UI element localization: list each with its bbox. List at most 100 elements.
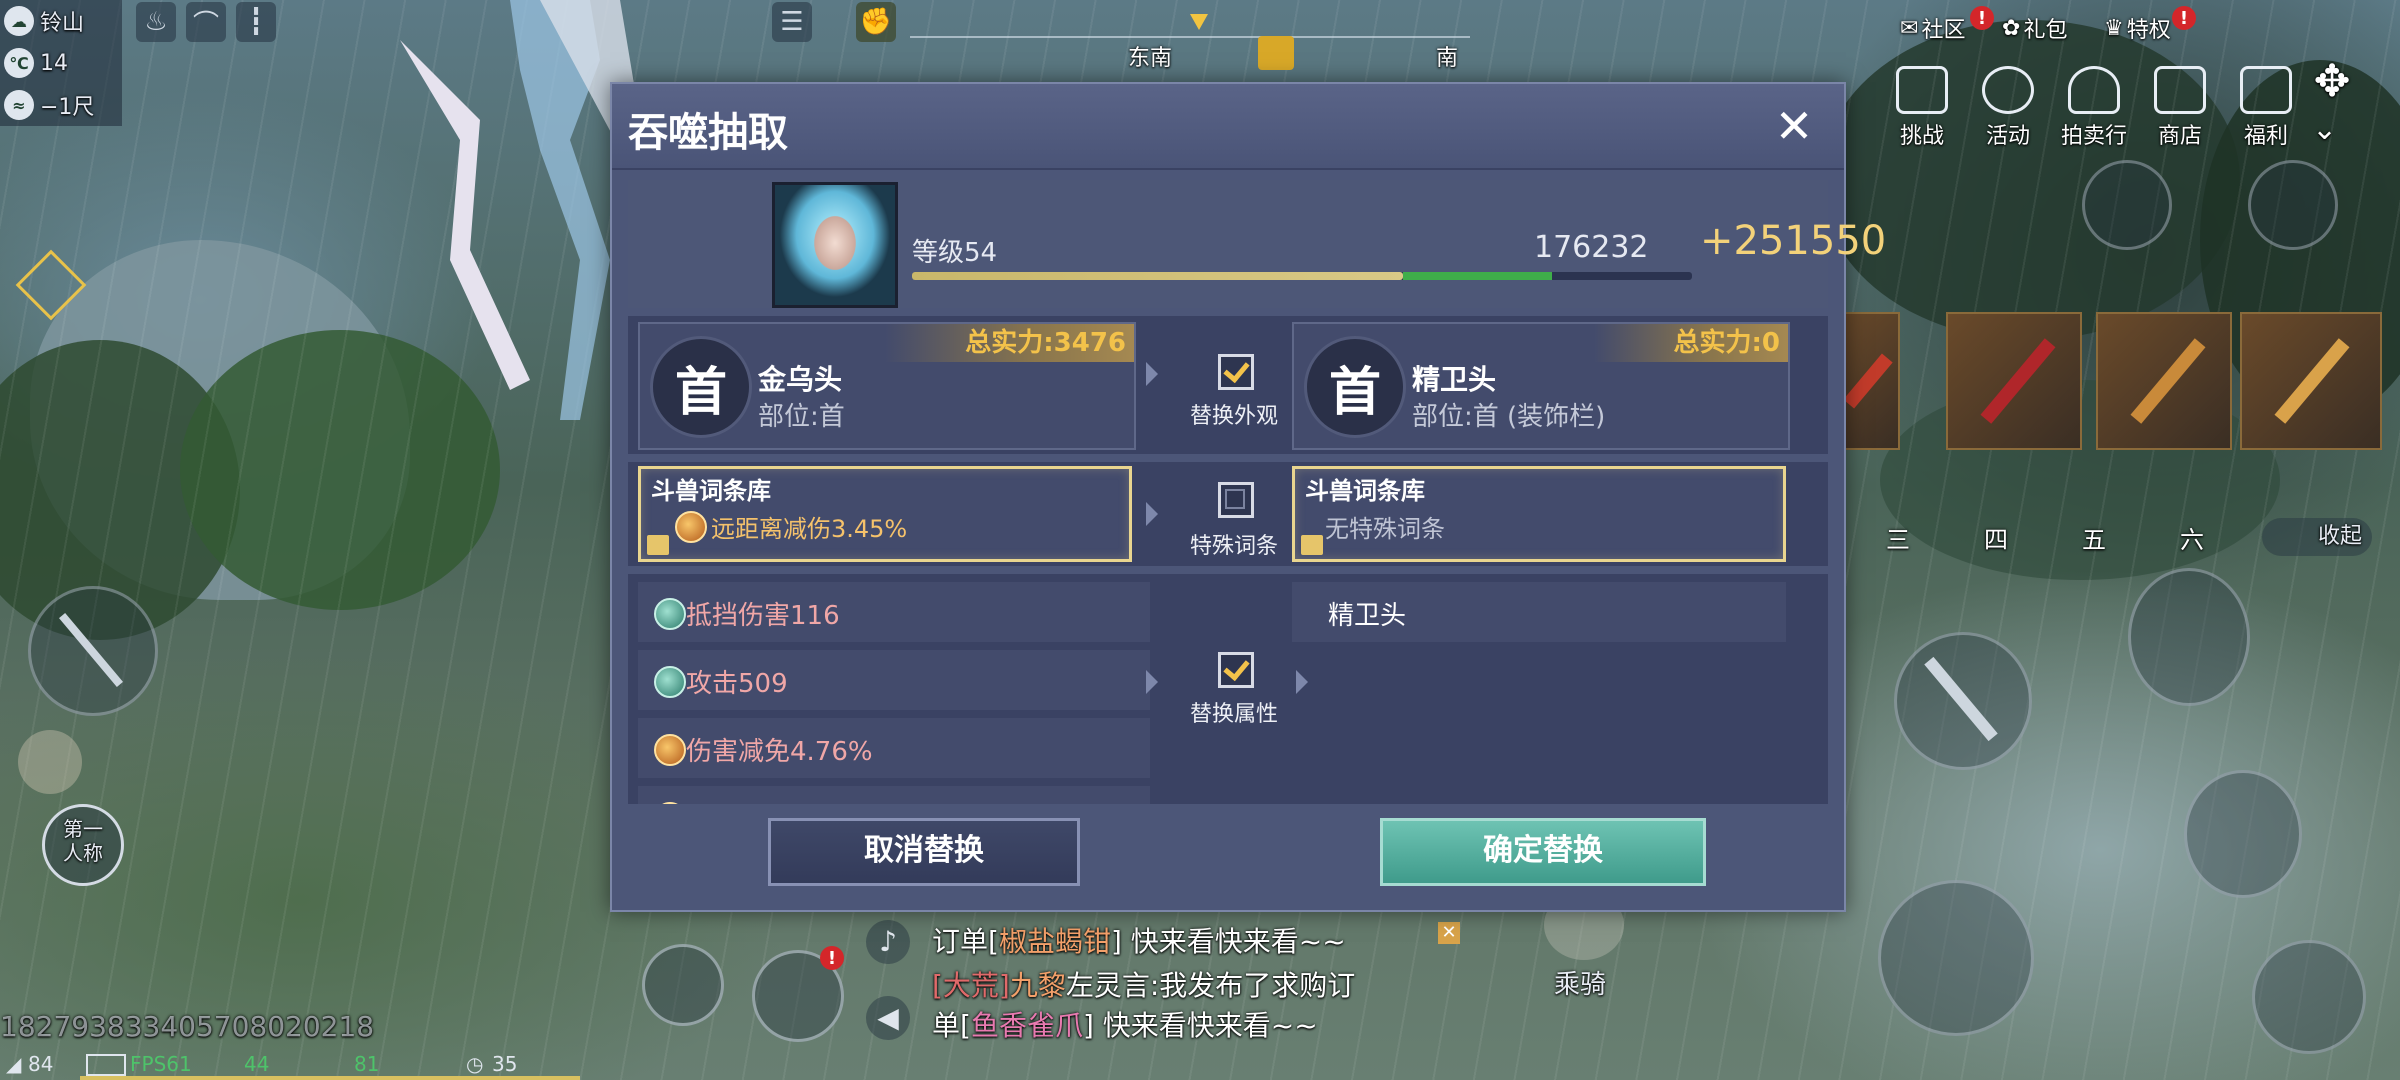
signal-icon: ◢ bbox=[6, 1052, 22, 1076]
replace-attr-checkbox[interactable] bbox=[1218, 652, 1254, 688]
gift-link[interactable]: ✿ 礼包 bbox=[2002, 12, 2067, 44]
welfare-icon bbox=[2240, 66, 2292, 114]
source-item-name: 金乌头 bbox=[758, 363, 843, 396]
speaker-icon[interactable]: ◀ bbox=[866, 996, 910, 1040]
weapon-toggle-button[interactable] bbox=[28, 586, 158, 716]
attr-text: 伤害减免4.76% bbox=[686, 737, 873, 767]
attr-orb-icon bbox=[654, 734, 686, 766]
level-label: 等级54 bbox=[912, 238, 998, 268]
collapse-button[interactable]: 收起 bbox=[2262, 518, 2372, 556]
whistle-icon[interactable] bbox=[2248, 160, 2338, 250]
location-name: 铃山 bbox=[40, 11, 85, 36]
chat-close-icon[interactable]: ✕ bbox=[1438, 922, 1460, 944]
special-affix-checkbox[interactable] bbox=[1218, 482, 1254, 518]
source-library-title: 斗兽词条库 bbox=[651, 477, 771, 505]
bottom-status-bar: ◢ 84 FPS61 44 81 ◷ 35 bbox=[0, 1050, 700, 1080]
compass-dir-southeast: 东南 bbox=[1128, 46, 1173, 71]
first-person-toggle[interactable]: 第一 人称 bbox=[42, 804, 124, 886]
replace-appearance-label: 替换外观 bbox=[1189, 404, 1278, 429]
wave-icon: ≈ bbox=[4, 90, 34, 120]
source-equipment-card[interactable]: 总实力:3476 首 金乌头 部位:首 bbox=[638, 322, 1136, 450]
dodge-skill-button[interactable] bbox=[2184, 770, 2302, 898]
confirm-replace-button[interactable]: 确定替换 bbox=[1380, 818, 1706, 886]
exp-gain-fill bbox=[1403, 272, 1552, 280]
welfare-button[interactable]: 福利 bbox=[2230, 66, 2302, 149]
sword-icon bbox=[1924, 656, 1998, 742]
target-power: 总实力:0 bbox=[1593, 324, 1788, 362]
activity-button[interactable]: 活动 bbox=[1972, 66, 2044, 149]
attack-sword-button[interactable] bbox=[1894, 632, 2032, 770]
sword-outline-icon bbox=[59, 612, 123, 688]
weather-status-panel: ☁ 铃山 ℃ 14 ≈ −1尺 bbox=[0, 0, 122, 126]
privilege-link[interactable]: ♛ 特权 bbox=[2104, 12, 2171, 44]
skill-tab-5[interactable]: 五 bbox=[2064, 520, 2124, 555]
affix-library-section: 斗兽词条库 远距离减伤3.45% 特殊词条 斗兽词条库 无特殊词条 bbox=[628, 462, 1828, 566]
attr-row-4 bbox=[638, 786, 1150, 804]
mount-label[interactable]: 乘骑 bbox=[1554, 964, 1606, 1001]
arrow-right-icon bbox=[1146, 502, 1158, 526]
dash-skill-button[interactable] bbox=[2128, 568, 2250, 706]
crown-icon: ♛ bbox=[2104, 15, 2124, 41]
replace-appearance-checkbox[interactable] bbox=[1218, 354, 1254, 390]
clock-icon: ◷ bbox=[466, 1052, 484, 1076]
cancel-replace-button[interactable]: 取消替换 bbox=[768, 818, 1080, 886]
weapon-slot-2[interactable] bbox=[1946, 312, 2082, 450]
skill-tab-3[interactable]: 三 bbox=[1868, 520, 1928, 555]
attr-row-1: 抵挡伤害116 bbox=[638, 582, 1150, 642]
attribute-section[interactable]: 抵挡伤害116 攻击509 伤害减免4.76% 替换属性 精卫头 bbox=[628, 574, 1828, 804]
location-row: ☁ 铃山 bbox=[4, 2, 84, 40]
skill-slot-a[interactable] bbox=[2082, 160, 2172, 250]
jump-skill-button[interactable] bbox=[2252, 940, 2366, 1054]
chat-user-name[interactable]: 九黎 bbox=[1010, 969, 1066, 1002]
first-person-label: 第一 人称 bbox=[63, 817, 103, 865]
skill-tab-6[interactable]: 六 bbox=[2162, 520, 2222, 555]
devour-extract-dialog: 吞噬抽取 ✕ 等级54 176232 +251550 总实力:3476 首 金乌… bbox=[610, 82, 1886, 912]
thermometer-icon: ℃ bbox=[4, 48, 34, 78]
weapon-slot-3[interactable] bbox=[2096, 312, 2232, 450]
ping-b-value: 81 bbox=[354, 1052, 380, 1076]
chat-item-link-2[interactable]: 鱼香雀爪 bbox=[971, 1009, 1083, 1042]
chevron-down-icon[interactable]: ⌄ bbox=[2312, 112, 2337, 147]
attr-orb-icon bbox=[654, 598, 686, 630]
target-equipment-card[interactable]: 总实力:0 首 精卫头 部位:首 (装饰栏) bbox=[1292, 322, 1790, 450]
source-affix-library[interactable]: 斗兽词条库 远距离减伤3.45% bbox=[638, 466, 1132, 562]
expand-menu-icon[interactable]: ✥ bbox=[2306, 56, 2358, 108]
thermometer-gauge-icon[interactable]: ┇ bbox=[236, 2, 276, 42]
ultimate-skill-button[interactable] bbox=[1878, 880, 2034, 1036]
community-link[interactable]: ✉ 社区 bbox=[1900, 12, 1965, 44]
exp-current: 176232 bbox=[1534, 230, 1649, 265]
weapon-slot-4[interactable] bbox=[2240, 312, 2382, 450]
challenge-button[interactable]: 挑战 bbox=[1886, 66, 1958, 149]
cloud-icon: ☁ bbox=[4, 6, 34, 36]
character-pose-icon[interactable] bbox=[18, 730, 82, 794]
microphone-icon[interactable]: ♪ bbox=[866, 920, 910, 964]
equipment-compare-section: 总实力:3476 首 金乌头 部位:首 替换外观 总实力:0 首 精卫头 部位:… bbox=[628, 316, 1828, 454]
task-list-icon[interactable]: ☰ bbox=[772, 2, 812, 42]
chat-channel: [大荒] bbox=[932, 969, 1010, 1002]
water-depth-value: −1尺 bbox=[40, 95, 95, 120]
replace-attr-label: 替换属性 bbox=[1189, 702, 1278, 727]
target-affix-library[interactable]: 斗兽词条库 无特殊词条 bbox=[1292, 466, 1786, 562]
auction-button[interactable]: 拍卖行 bbox=[2058, 66, 2130, 149]
target-item-part: 部位:首 (装饰栏) bbox=[1412, 402, 1606, 432]
arrow-right-icon bbox=[1146, 670, 1158, 694]
chat-line-1: 订单[椒盐蝎钳] 快来看快来看~~ bbox=[932, 925, 1346, 958]
attr-text: 攻击509 bbox=[686, 669, 788, 699]
close-icon[interactable]: ✕ bbox=[1770, 103, 1818, 152]
community-icon: ✉ bbox=[1900, 15, 1919, 41]
dialog-body: 等级54 176232 +251550 总实力:3476 首 金乌头 部位:首 … bbox=[628, 180, 1886, 910]
shop-button[interactable]: 商店 bbox=[2144, 66, 2216, 149]
compass-bar: 东南 南 bbox=[880, 0, 1500, 71]
chat-line-3: 单[鱼香雀爪] 快来看快来看~~ bbox=[932, 1009, 1318, 1042]
target-library-title: 斗兽词条库 bbox=[1305, 477, 1425, 505]
chat-item-link[interactable]: 椒盐蝎钳 bbox=[999, 925, 1111, 958]
attr-text: 抵挡伤害116 bbox=[686, 601, 840, 631]
heading-marker-icon bbox=[1190, 14, 1208, 30]
target-attr-name: 精卫头 bbox=[1328, 601, 1407, 631]
lungs-icon[interactable]: ♨ bbox=[136, 2, 176, 42]
stomach-icon[interactable]: ⌒ bbox=[186, 2, 226, 42]
home-button[interactable] bbox=[642, 944, 724, 1026]
source-power: 总实力:3476 bbox=[885, 324, 1134, 362]
skill-tab-4[interactable]: 四 bbox=[1966, 520, 2026, 555]
chat-panel[interactable]: ♪ ◀ 订单[椒盐蝎钳] 快来看快来看~~ [大荒]九黎左灵言:我发布了求购订 … bbox=[860, 910, 1460, 1060]
